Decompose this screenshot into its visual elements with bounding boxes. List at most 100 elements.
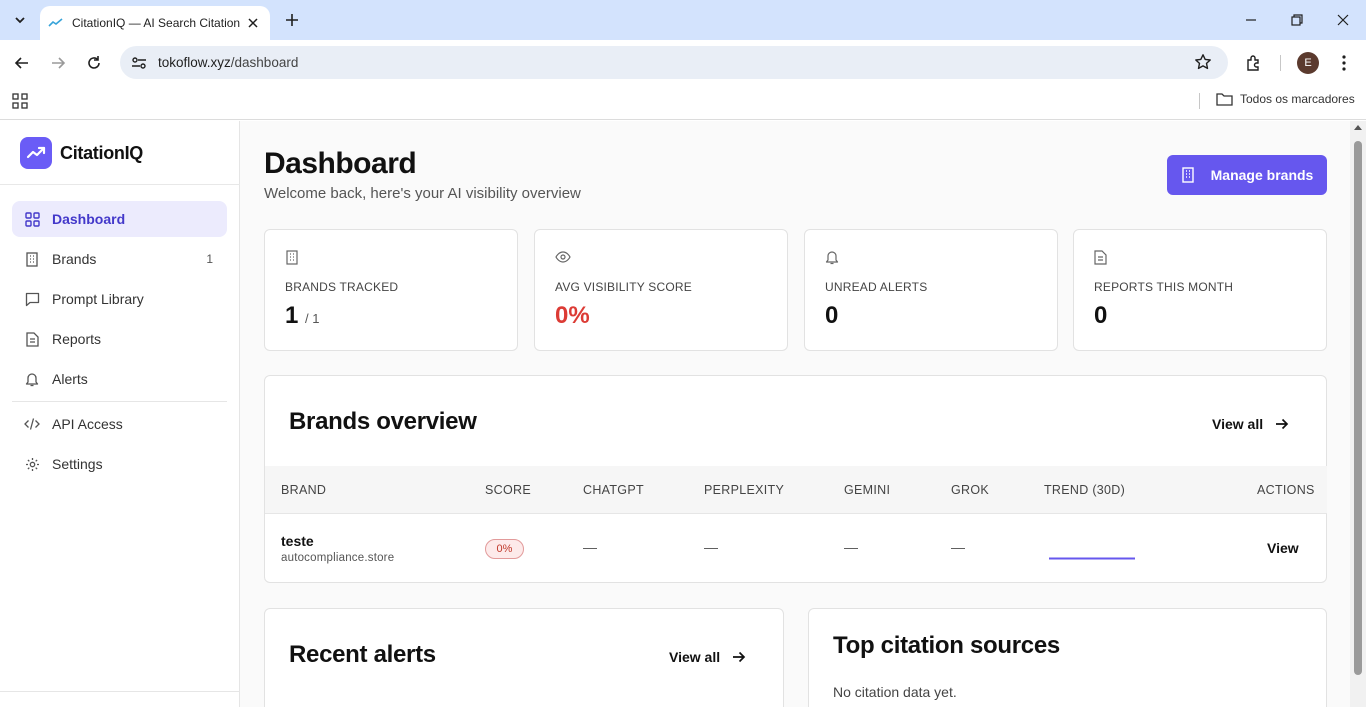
forward-button[interactable] — [47, 52, 69, 74]
extensions-button[interactable] — [1242, 51, 1266, 75]
column-header: ACTIONS — [1257, 483, 1315, 497]
stat-value: 0 — [825, 302, 839, 329]
browser-tab-active[interactable]: CitationIQ — AI Search Citation Tracker — [40, 6, 270, 40]
document-icon — [1094, 250, 1110, 266]
sidebar-item-dashboard[interactable]: Dashboard — [12, 201, 227, 237]
brand-name: teste — [281, 533, 314, 549]
page-scrollbar[interactable] — [1350, 121, 1366, 707]
arrow-right-icon — [733, 651, 746, 663]
gear-icon — [24, 456, 40, 472]
stat-value-suffix: / 1 — [305, 311, 320, 326]
grid-icon — [24, 211, 40, 227]
restore-button[interactable] — [1287, 10, 1307, 30]
stat-value: 0 — [1094, 302, 1108, 329]
profile-avatar[interactable]: E — [1297, 52, 1319, 74]
apps-grid-icon[interactable] — [12, 93, 30, 111]
address-bar[interactable]: tokoflow.xyz/dashboard — [120, 46, 1228, 79]
tab-search-button[interactable] — [6, 6, 34, 34]
bookmark-star-icon[interactable] — [1194, 53, 1214, 73]
app-root: CitationIQ Dashboard Brands 1 Prompt Lib… — [0, 121, 1366, 707]
stat-card-reports-month: REPORTS THIS MONTH 0 — [1073, 229, 1327, 351]
brands-overview-card: Brands overview View all BRAND SCORE CHA… — [264, 375, 1327, 583]
sidebar-divider — [0, 184, 240, 185]
table-row[interactable]: teste autocompliance.store 0% — — — — Vi… — [265, 514, 1327, 582]
brands-view-all-link[interactable]: View all — [1212, 416, 1289, 432]
sidebar-item-api-access[interactable]: API Access — [12, 406, 227, 442]
building-icon — [1181, 167, 1194, 183]
stat-value: 1 / 1 — [285, 302, 320, 330]
view-brand-link[interactable]: View — [1267, 540, 1299, 556]
top-citation-sources-card: Top citation sources No citation data ye… — [808, 608, 1327, 707]
stat-value: 0% — [555, 302, 590, 329]
stat-label: REPORTS THIS MONTH — [1094, 280, 1234, 294]
sidebar-item-alerts[interactable]: Alerts — [12, 361, 227, 397]
perplexity-value: — — [704, 539, 718, 555]
url-text: tokoflow.xyz/dashboard — [158, 55, 298, 70]
page-subtitle: Welcome back, here's your AI visibility … — [264, 185, 581, 202]
chat-icon — [24, 291, 40, 307]
building-icon — [285, 250, 301, 266]
manage-brands-button[interactable]: Manage brands — [1167, 155, 1327, 195]
stat-card-brands-tracked: BRANDS TRACKED 1 / 1 — [264, 229, 518, 351]
column-header: BRAND — [281, 483, 327, 497]
favicon-icon — [48, 15, 64, 31]
sidebar-item-reports[interactable]: Reports — [12, 321, 227, 357]
building-icon — [24, 251, 40, 267]
column-header: PERPLEXITY — [704, 483, 785, 497]
chevron-down-icon — [15, 17, 25, 24]
table-header: BRAND SCORE CHATGPT PERPLEXITY GEMINI GR… — [265, 466, 1327, 514]
stat-label: BRANDS TRACKED — [285, 280, 399, 294]
card-title: Brands overview — [289, 408, 477, 435]
chatgpt-value: — — [583, 539, 597, 555]
site-info-icon[interactable] — [128, 52, 150, 74]
sidebar-item-brands[interactable]: Brands 1 — [12, 241, 227, 277]
browser-menu-button[interactable] — [1332, 51, 1356, 75]
manage-brands-label: Manage brands — [1210, 167, 1314, 183]
arrow-right-icon — [1276, 418, 1289, 430]
column-header: GEMINI — [844, 483, 891, 497]
reload-icon — [88, 56, 100, 69]
bell-icon — [825, 250, 841, 266]
empty-state-text: No citation data yet. — [833, 684, 957, 700]
all-bookmarks-button[interactable]: Todos os marcadores — [1216, 92, 1355, 106]
sidebar-item-label: Alerts — [52, 371, 88, 387]
brands-count-badge: 1 — [206, 252, 213, 266]
restore-icon — [1291, 14, 1303, 26]
sidebar-item-label: Prompt Library — [52, 291, 144, 307]
trending-up-icon — [20, 137, 52, 169]
scrollbar-thumb[interactable] — [1354, 141, 1362, 675]
sidebar-section-divider — [12, 401, 227, 402]
browser-toolbar: tokoflow.xyz/dashboard E — [0, 40, 1366, 86]
new-tab-button[interactable] — [282, 10, 302, 30]
sidebar: CitationIQ Dashboard Brands 1 Prompt Lib… — [0, 121, 240, 707]
folder-icon — [1216, 93, 1233, 106]
bell-icon — [24, 371, 40, 387]
reload-button[interactable] — [83, 52, 105, 74]
alerts-view-all-link[interactable]: View all — [669, 649, 746, 665]
sidebar-item-label: Settings — [52, 456, 103, 472]
sidebar-item-prompt-library[interactable]: Prompt Library — [12, 281, 227, 317]
column-header: TREND (30D) — [1044, 483, 1126, 497]
back-button[interactable] — [11, 52, 33, 74]
close-window-button[interactable] — [1333, 10, 1353, 30]
stat-card-avg-visibility: AVG VISIBILITY SCORE 0% — [534, 229, 788, 351]
score-badge: 0% — [485, 539, 524, 559]
minimize-button[interactable] — [1241, 10, 1261, 30]
close-icon[interactable] — [244, 14, 262, 32]
view-all-label: View all — [1212, 416, 1264, 432]
scroll-up-arrow-icon[interactable] — [1354, 125, 1362, 130]
sidebar-item-settings[interactable]: Settings — [12, 446, 227, 482]
sidebar-item-label: Dashboard — [52, 211, 126, 227]
bookmarks-bar: Todos os marcadores — [0, 86, 1366, 120]
sidebar-item-label: Reports — [52, 331, 102, 347]
tab-title: CitationIQ — AI Search Citation Tracker — [72, 16, 242, 30]
gemini-value: — — [844, 539, 858, 555]
app-logo[interactable]: CitationIQ — [20, 137, 143, 169]
view-all-label: View all — [669, 649, 721, 665]
sidebar-footer-divider — [0, 691, 240, 692]
puzzle-icon — [1247, 55, 1259, 71]
page-title: Dashboard — [264, 147, 417, 180]
all-bookmarks-label: Todos os marcadores — [1240, 92, 1355, 106]
stat-value-number: 1 — [285, 302, 299, 329]
bookmarks-divider — [1199, 93, 1200, 109]
